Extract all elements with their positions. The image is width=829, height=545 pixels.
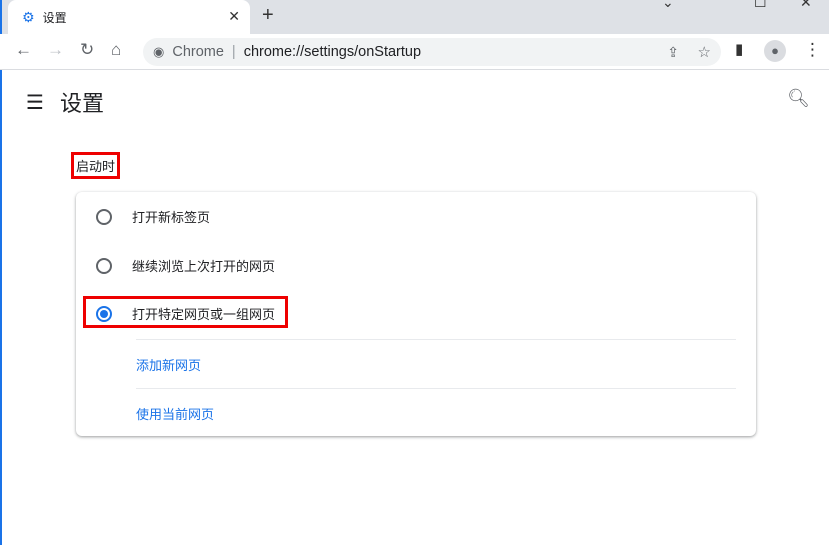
divider: | bbox=[231, 44, 236, 60]
profile-icon[interactable]: ● bbox=[764, 40, 786, 62]
minimize-icon[interactable]: – bbox=[708, 0, 716, 6]
window-border bbox=[0, 0, 2, 545]
search-icon[interactable]: 🔍︎ bbox=[787, 88, 810, 109]
section-title: 启动时 bbox=[71, 152, 121, 179]
menu-dots-icon[interactable]: ⋮ bbox=[804, 40, 821, 60]
star-icon[interactable]: ☆ bbox=[698, 43, 711, 61]
radio-button-selected[interactable] bbox=[96, 305, 112, 322]
address-bar[interactable]: ◉ Chrome | chrome://settings/onStartup ⇪… bbox=[143, 38, 721, 66]
divider bbox=[136, 339, 736, 340]
maximize-icon[interactable]: ☐ bbox=[754, 0, 767, 11]
use-current-pages-link[interactable]: 使用当前网页 bbox=[136, 404, 214, 423]
close-icon[interactable]: ✕ bbox=[228, 8, 240, 25]
back-icon[interactable]: ← bbox=[15, 40, 32, 60]
radio-option-continue[interactable]: 继续浏览上次打开的网页 bbox=[96, 256, 275, 275]
radio-button[interactable] bbox=[96, 257, 112, 274]
reload-icon[interactable]: ↻ bbox=[80, 40, 94, 60]
share-icon[interactable]: ⇪ bbox=[667, 44, 679, 61]
radio-option-specific-pages[interactable]: 打开特定网页或一组网页 bbox=[96, 304, 275, 323]
add-new-page-link[interactable]: 添加新网页 bbox=[136, 355, 201, 374]
option-label: 打开特定网页或一组网页 bbox=[132, 307, 276, 322]
chrome-icon: ◉ bbox=[153, 44, 165, 59]
tab-title: 设置 bbox=[42, 10, 67, 25]
radio-button[interactable] bbox=[96, 208, 112, 225]
tab-strip: ⚙ 设置 ✕ + ⌄ – ☐ ✕ bbox=[0, 0, 829, 34]
option-label: 打开新标签页 bbox=[132, 210, 211, 225]
tab-settings[interactable]: ⚙ 设置 ✕ bbox=[8, 0, 250, 34]
page-title: 设置 bbox=[59, 91, 104, 116]
home-icon[interactable]: ⌂ bbox=[111, 40, 121, 60]
toolbar: ← → ↻ ⌂ ◉ Chrome | chrome://settings/onS… bbox=[0, 34, 829, 70]
tab-search-icon[interactable]: ⌄ bbox=[662, 0, 674, 11]
settings-gear-icon: ⚙ bbox=[22, 8, 35, 25]
window-close-icon[interactable]: ✕ bbox=[800, 0, 812, 11]
forward-icon[interactable]: → bbox=[47, 40, 64, 60]
plus-icon[interactable]: + bbox=[262, 4, 274, 27]
sidepanel-icon[interactable]: ▮ bbox=[735, 40, 743, 58]
radio-option-new-tab[interactable]: 打开新标签页 bbox=[96, 207, 210, 226]
hamburger-menu-icon[interactable]: ☰ bbox=[26, 90, 44, 115]
startup-card: 打开新标签页 继续浏览上次打开的网页 打开特定网页或一组网页 添加新网页 使用当… bbox=[76, 192, 756, 436]
option-label: 继续浏览上次打开的网页 bbox=[132, 259, 276, 274]
divider bbox=[136, 388, 736, 389]
url-text: chrome://settings/onStartup bbox=[243, 44, 422, 60]
origin-label: Chrome bbox=[172, 44, 224, 60]
